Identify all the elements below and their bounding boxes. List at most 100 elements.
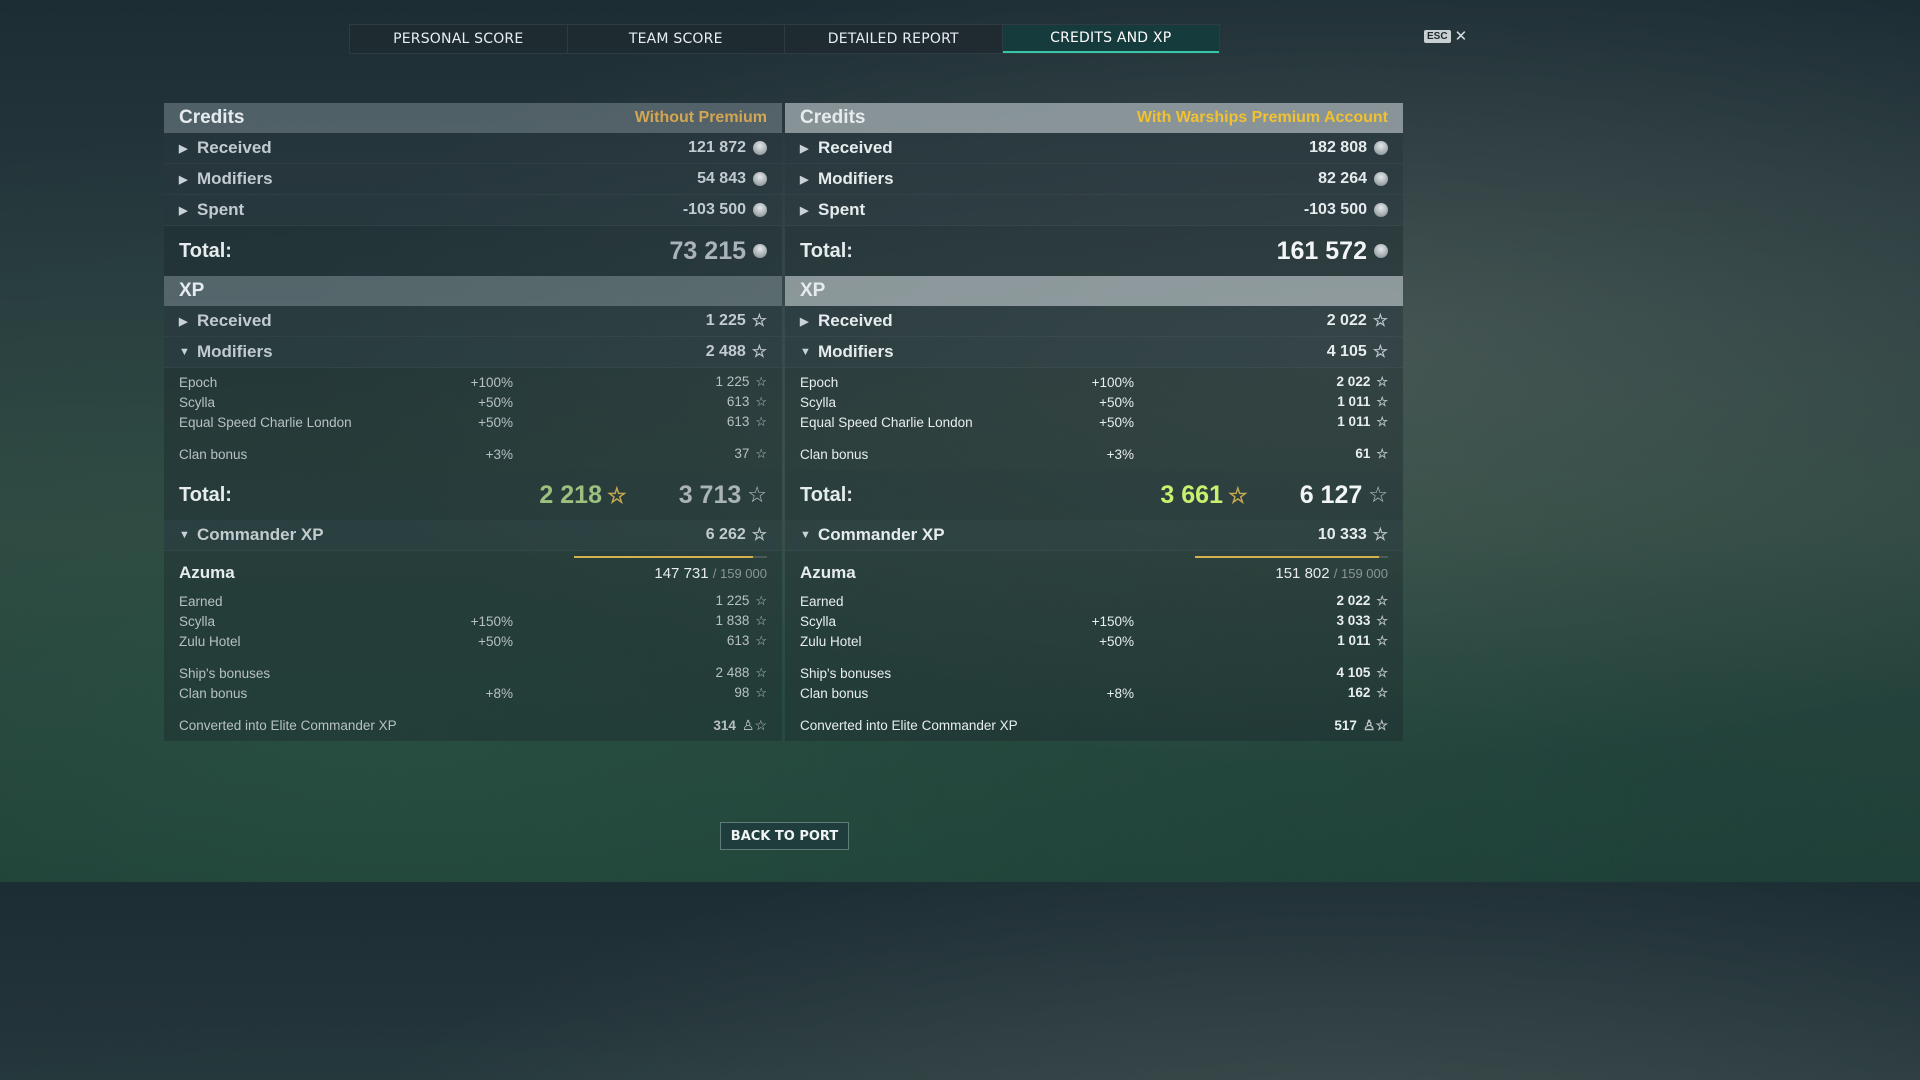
modifier-percent: +100%: [470, 374, 513, 390]
commander-xp-row[interactable]: ▼ Commander XP 10 333 ☆: [785, 520, 1403, 551]
chevron-down-icon: ▼: [800, 529, 811, 541]
commander-detail: Azuma 151 802 / 159 000 Earned 2 022 ☆ Sc…: [785, 551, 1403, 741]
tab-credits-and-xp[interactable]: CREDITS AND XP: [1002, 25, 1219, 53]
modifier-percent: +100%: [1091, 374, 1134, 390]
row-value: 2 488: [705, 343, 746, 360]
xp-total-base-value: 2 218: [539, 480, 602, 509]
commander-bonus-row: Clan bonus +8% 162 ☆: [785, 683, 1403, 703]
elite-value: 314 ♙☆: [667, 717, 767, 734]
row-name: Scylla: [179, 613, 216, 629]
xp-row-received[interactable]: ▶ Received 1 225 ☆: [164, 306, 782, 337]
credits-total: Total: 161 572: [785, 226, 1403, 276]
credits-coin-icon: [1374, 141, 1388, 155]
credits-row-received[interactable]: ▶ Received 121 872: [164, 133, 782, 164]
row-value: 613 ☆: [667, 633, 767, 649]
credits-header: Credits With Warships Premium Account: [785, 103, 1403, 133]
commander-xp-row[interactable]: ▼ Commander XP 6 262 ☆: [164, 520, 782, 551]
row-label: Spent: [818, 200, 866, 219]
row-percent: +150%: [1091, 613, 1134, 629]
row-percent: +50%: [478, 633, 513, 649]
modifier-name: Clan bonus: [800, 446, 869, 462]
xp-row-received[interactable]: ▶ Received 2 022 ☆: [785, 306, 1403, 337]
star-icon: ☆: [755, 374, 767, 389]
chevron-right-icon: ▶: [179, 204, 188, 217]
modifier-percent: +50%: [1099, 414, 1134, 430]
account-type-label: With Warships Premium Account: [1136, 109, 1388, 126]
commander-xp-row: Zulu Hotel +50% 613 ☆: [164, 631, 782, 651]
tab-personal-score[interactable]: PERSONAL SCORE: [350, 25, 568, 53]
star-icon: ☆: [1372, 525, 1388, 544]
star-icon: ☆: [755, 414, 767, 429]
xp-title: XP: [179, 280, 205, 301]
back-to-port-button[interactable]: BACK TO PORT: [720, 822, 849, 850]
account-type-label: Without Premium: [634, 109, 767, 126]
row-value: -103 500: [682, 201, 746, 218]
gold-star-icon: ☆: [606, 482, 627, 508]
commander-bonus-row: Ship's bonuses 4 105 ☆: [785, 663, 1403, 683]
credits-coin-icon: [753, 172, 767, 186]
credits-row-spent[interactable]: ▶ Spent -103 500: [164, 195, 782, 226]
total-label: Total:: [179, 483, 232, 506]
credits-row-modifiers[interactable]: ▶ Modifiers 54 843: [164, 164, 782, 195]
modifier-value-text: 61: [1355, 446, 1371, 461]
chevron-right-icon: ▶: [800, 173, 809, 186]
commander-xp-row: Earned 1 225 ☆: [164, 591, 782, 611]
chevron-right-icon: ▶: [800, 204, 809, 217]
star-icon: ☆: [1372, 342, 1388, 361]
star-icon: ☆: [747, 482, 767, 507]
row-name: Clan bonus: [800, 685, 869, 701]
close-button[interactable]: ESC ✕: [1424, 27, 1467, 45]
credits-header: Credits Without Premium: [164, 103, 782, 133]
row-percent: +8%: [1106, 685, 1134, 701]
star-icon: ☆: [1376, 593, 1388, 608]
row-label: Received: [197, 138, 272, 157]
row-value: 2 022 ☆: [1288, 593, 1388, 609]
modifier-value: 613 ☆: [667, 394, 767, 410]
credits-row-spent[interactable]: ▶ Spent -103 500: [785, 195, 1403, 226]
modifier-name: Epoch: [800, 374, 839, 390]
modifier-percent: +3%: [485, 446, 513, 462]
xp-row-modifiers[interactable]: ▼ Modifiers 4 105 ☆: [785, 337, 1403, 368]
row-value: 3 033 ☆: [1288, 613, 1388, 629]
chevron-right-icon: ▶: [800, 315, 809, 328]
modifier-name: Epoch: [179, 374, 218, 390]
elite-label: Converted into Elite Commander XP: [179, 717, 397, 733]
xp-row-modifiers[interactable]: ▼ Modifiers 2 488 ☆: [164, 337, 782, 368]
row-value: 98 ☆: [667, 685, 767, 701]
tab-detailed-report[interactable]: DETAILED REPORT: [785, 25, 1003, 53]
credits-row-modifiers[interactable]: ▶ Modifiers 82 264: [785, 164, 1403, 195]
row-name: Ship's bonuses: [800, 665, 892, 681]
commander-progress-fill: [574, 555, 754, 558]
modifier-percent: +50%: [1099, 394, 1134, 410]
row-value-text: 1 225: [715, 593, 750, 608]
credits-row-received[interactable]: ▶ Received 182 808: [785, 133, 1403, 164]
total-label: Total:: [800, 483, 853, 506]
xp-total-base: 2 218 ☆: [539, 481, 626, 510]
row-value-text: 2 022: [1336, 593, 1371, 608]
chevron-right-icon: ▶: [800, 142, 809, 155]
chevron-down-icon: ▼: [179, 346, 190, 358]
panel-with-premium: Credits With Warships Premium Account ▶ …: [785, 103, 1403, 741]
chevron-right-icon: ▶: [179, 315, 188, 328]
xp-modifiers-detail: Epoch +100% 2 022 ☆ Scylla +50% 1 011 ☆ Eq…: [785, 368, 1403, 470]
elite-value-text: 314: [713, 717, 736, 733]
commander-progress-value: 151 802: [1275, 564, 1330, 582]
credits-coin-icon: [753, 203, 767, 217]
row-value: 6 262: [705, 526, 746, 543]
modifier-value-text: 37: [734, 446, 750, 461]
row-name: Zulu Hotel: [179, 633, 241, 649]
commander-bonus-row: Ship's bonuses 2 488 ☆: [164, 663, 782, 683]
modifier-value: 1 011 ☆: [1288, 414, 1388, 430]
xp-total-base-value: 3 661: [1160, 480, 1223, 509]
row-value-text: 3 033: [1336, 613, 1371, 628]
modifier-value-text: 2 022: [1336, 374, 1371, 389]
xp-clan-bonus-row: Clan bonus +3% 61 ☆: [785, 444, 1403, 464]
row-value: 162 ☆: [1288, 685, 1388, 701]
credits-coin-icon: [1374, 244, 1388, 258]
tab-team-score[interactable]: TEAM SCORE: [568, 25, 785, 53]
xp-modifier-row: Equal Speed Charlie London +50% 1 011 ☆: [785, 412, 1403, 432]
modifier-value: 61 ☆: [1288, 446, 1388, 462]
row-value: 1 838 ☆: [667, 613, 767, 629]
star-icon: ☆: [1372, 311, 1388, 330]
row-name: Earned: [800, 593, 844, 609]
